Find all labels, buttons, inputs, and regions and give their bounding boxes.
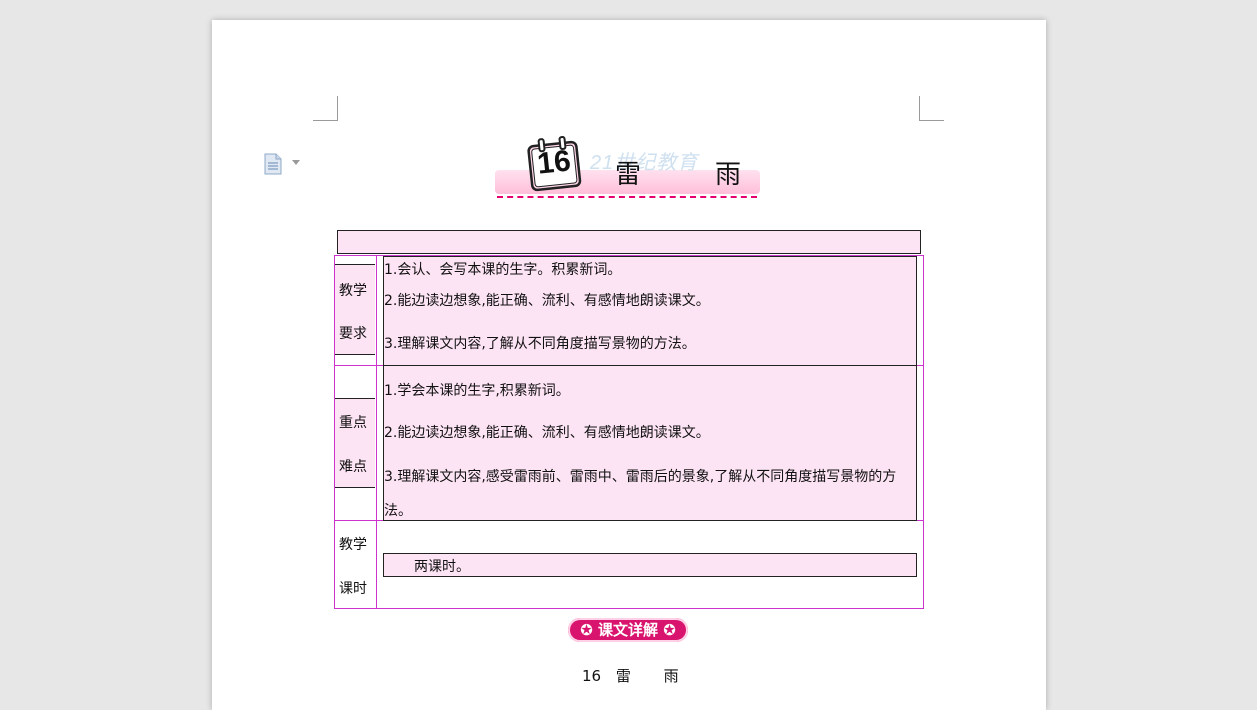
key-point-item-1: 1.学会本课的生字,积累新词。 — [384, 383, 570, 399]
section-badge-text-explanation: ✪ 课文详解 ✪ — [568, 618, 688, 642]
lesson-title-char-1: 雷 — [615, 160, 642, 190]
margin-corner-top-left — [313, 96, 338, 121]
table-divider-vertical — [376, 256, 377, 608]
lesson-number: 16 — [535, 144, 573, 181]
margin-corner-top-right — [919, 96, 944, 121]
footer-char-2: 雨 — [663, 667, 679, 685]
label-key-points-line2: 难点 — [339, 459, 367, 475]
footer-char-1: 雷 — [615, 667, 631, 685]
class-hours-value: 两课时。 — [414, 559, 470, 575]
key-point-item-3-continued: 法。 — [384, 503, 412, 519]
requirement-item-3: 3.理解课文内容,了解从不同角度描写景物的方法。 — [384, 336, 696, 352]
key-point-item-2: 2.能边读边想象,能正确、流利、有感情地朗读课文。 — [384, 425, 710, 441]
footer-number: 16 — [582, 667, 602, 685]
watermark-text: 21世纪教育 — [590, 152, 699, 174]
banner-dashed-underline — [497, 196, 757, 198]
label-requirements-line1: 教学 — [339, 283, 367, 299]
key-point-item-3: 3.理解课文内容,感受雷雨前、雷雨中、雷雨后的景象,了解从不同角度描写景物的方 — [384, 469, 897, 485]
label-requirements-line2: 要求 — [339, 326, 367, 342]
page-footer: 16 雷 雨 — [582, 665, 679, 686]
table-header-bar — [337, 230, 921, 254]
requirement-item-1: 1.会认、会写本课的生字。积累新词。 — [384, 262, 622, 278]
lesson-table: 教学 要求 1.会认、会写本课的生字。积累新词。 2.能边读边想象,能正确、流利… — [334, 255, 924, 609]
label-class-hours-line2: 课时 — [339, 581, 367, 597]
lesson-title-char-2: 雨 — [715, 160, 742, 190]
document-page: 21世纪教育 16 雷 雨 教学 要求 1.会认、会写本课的生字。积累新词。 2… — [212, 20, 1046, 710]
lesson-title-banner: 21世纪教育 16 雷 雨 — [495, 126, 765, 200]
label-class-hours-line1: 教学 — [339, 537, 367, 553]
requirement-item-2: 2.能边读边想象,能正确、流利、有感情地朗读课文。 — [384, 293, 710, 309]
label-key-points-line1: 重点 — [339, 415, 367, 431]
dropdown-caret-icon[interactable] — [292, 160, 300, 165]
document-icon[interactable] — [263, 153, 283, 175]
